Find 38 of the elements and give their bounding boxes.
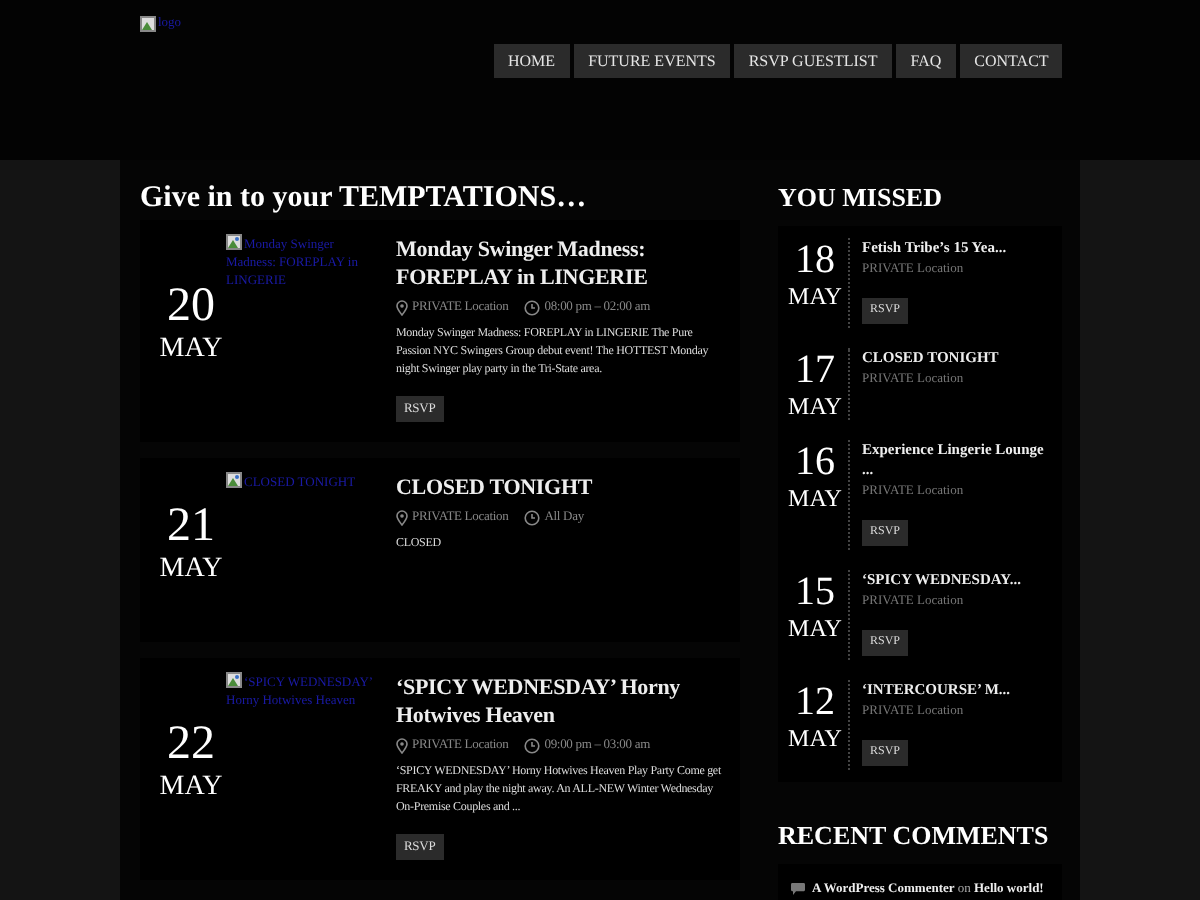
missed-month: MAY xyxy=(788,282,842,310)
nav-link[interactable]: FUTURE EVENTS xyxy=(574,44,730,78)
missed-day: 18 xyxy=(795,238,835,282)
broken-image-icon xyxy=(140,15,156,32)
clock-icon xyxy=(524,299,541,316)
missed-day: 16 xyxy=(795,440,835,484)
location-pin-icon xyxy=(396,737,408,754)
event-day: 22 xyxy=(167,718,215,771)
nav-link[interactable]: CONTACT xyxy=(960,44,1063,78)
broken-image-icon xyxy=(226,234,242,250)
broken-image-icon xyxy=(226,471,242,488)
nav-link[interactable]: HOME xyxy=(494,44,570,78)
clock-icon xyxy=(524,737,541,754)
missed-day: 17 xyxy=(795,348,835,392)
sidebar-title: YOU MISSED xyxy=(778,180,944,216)
missed-day: 12 xyxy=(795,680,835,724)
event-month: MAY xyxy=(159,551,223,588)
missed-day: 15 xyxy=(795,570,835,614)
event-month: MAY xyxy=(159,770,223,807)
clock-icon xyxy=(524,509,541,526)
event-day: 20 xyxy=(167,280,215,333)
event-day: 21 xyxy=(167,499,215,552)
event-title[interactable]: Monday Swinger Madness: FOREPLAY in LINGERIE xyxy=(396,236,724,292)
sidebar-title: RECENT COMMENTS xyxy=(778,818,1051,854)
missed-month: MAY xyxy=(788,392,842,420)
missed-month: MAY xyxy=(788,614,842,642)
speech-bubble-icon xyxy=(790,882,806,896)
event-month: MAY xyxy=(159,332,223,369)
location-pin-icon xyxy=(396,509,408,526)
nav-link[interactable]: FAQ xyxy=(896,44,956,78)
missed-month: MAY xyxy=(788,484,842,512)
broken-image-icon xyxy=(226,671,242,688)
nav-link[interactable]: RSVP GUESTLIST xyxy=(734,44,892,78)
event-title[interactable]: CLOSED TONIGHT xyxy=(396,473,724,502)
missed-month: MAY xyxy=(788,724,842,752)
location-pin-icon xyxy=(396,299,408,316)
event-title[interactable]: ‘SPICY WEDNESDAY’ Horny Hotwives Heaven xyxy=(396,673,724,730)
section-title: Give in to your TEMPTATIONS… xyxy=(140,180,589,216)
